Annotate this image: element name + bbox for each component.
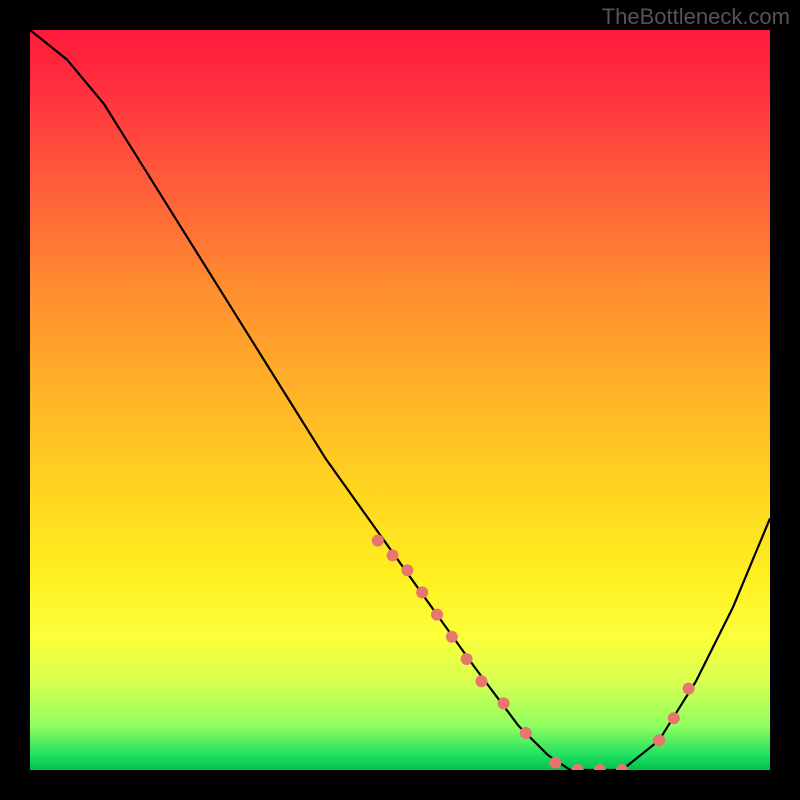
- data-marker: [683, 683, 695, 695]
- data-marker: [387, 549, 399, 561]
- data-marker: [461, 653, 473, 665]
- data-marker: [572, 764, 584, 770]
- data-marker: [653, 734, 665, 746]
- data-marker: [416, 586, 428, 598]
- bottleneck-curve: [30, 30, 770, 770]
- data-marker: [372, 535, 384, 547]
- data-marker: [549, 757, 561, 769]
- data-marker: [498, 697, 510, 709]
- curve-layer: [30, 30, 770, 770]
- data-marker: [616, 764, 628, 770]
- data-marker: [668, 712, 680, 724]
- watermark-text: TheBottleneck.com: [602, 4, 790, 30]
- data-marker: [446, 631, 458, 643]
- data-marker: [401, 564, 413, 576]
- data-marker: [475, 675, 487, 687]
- plot-area: [30, 30, 770, 770]
- chart-container: TheBottleneck.com: [0, 0, 800, 800]
- data-marker: [520, 727, 532, 739]
- data-marker: [431, 609, 443, 621]
- data-marker: [594, 764, 606, 770]
